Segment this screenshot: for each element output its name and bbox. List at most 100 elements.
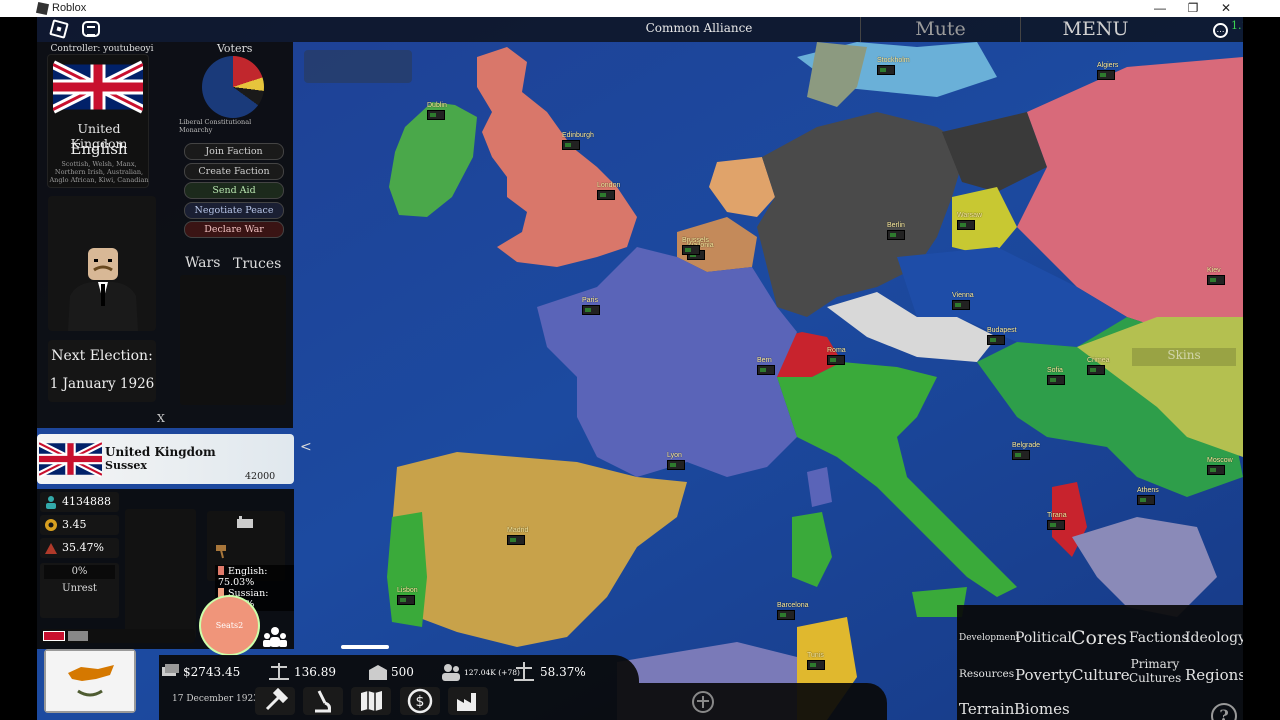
minimize-button[interactable]: — (1145, 0, 1175, 17)
mapmode-culture[interactable]: Culture (1072, 666, 1130, 684)
close-window-button[interactable]: ✕ (1211, 0, 1241, 17)
capital-name: Edinburgh (562, 132, 594, 139)
capital-marker[interactable]: Sofia (1047, 367, 1065, 385)
menu-button[interactable]: MENU (1020, 17, 1170, 42)
army-flag-icon (682, 245, 700, 255)
army-flag-icon (987, 335, 1005, 345)
capital-marker[interactable]: Berlin (887, 222, 905, 240)
controller-label: Controller: youtubeoyi (50, 44, 154, 54)
capital-marker[interactable]: Algiers (1097, 62, 1118, 80)
help-button[interactable]: ? (1211, 703, 1237, 720)
capital-name: Vienna (952, 292, 974, 299)
capital-marker[interactable]: Edinburgh (562, 132, 594, 150)
mapmode-development[interactable]: Development (959, 633, 1019, 643)
mapmode-biomes[interactable]: Biomes (1014, 700, 1070, 718)
army-flag-icon (582, 305, 600, 315)
capital-name: Algiers (1097, 62, 1119, 69)
unrest-stat: 0% Unrest (40, 563, 119, 618)
capital-marker[interactable]: Tirana (1047, 512, 1067, 530)
army-flag-icon (952, 300, 970, 310)
next-election: Next Election: 1 January 1926 (48, 340, 156, 402)
capital-marker[interactable]: Brussels (682, 237, 709, 255)
mapmode-cores[interactable]: Cores (1071, 627, 1127, 649)
capital-marker[interactable]: Roma (827, 347, 846, 365)
alliance-name: Common Alliance (645, 21, 753, 35)
population-icon (442, 664, 460, 681)
capital-name: Belgrade (1012, 442, 1041, 449)
truces-label[interactable]: Truces (233, 256, 281, 272)
capital-marker[interactable]: Barcelona (777, 602, 809, 620)
capital-marker[interactable]: Bern (757, 357, 775, 375)
army-flag-icon (1207, 465, 1225, 475)
skins-button[interactable]: Skins (1132, 348, 1236, 366)
capital-marker[interactable]: Lyon (667, 452, 685, 470)
capital-marker[interactable]: Vienna (952, 292, 974, 310)
mapmode-political[interactable]: Political (1015, 630, 1072, 646)
dollar-icon: $ (407, 688, 433, 714)
close-panel-button[interactable]: X (157, 412, 165, 425)
capital-marker[interactable]: Athens (1137, 487, 1159, 505)
development-stat: 3.45 (40, 515, 119, 535)
mapmode-regions[interactable]: Regions (1185, 666, 1243, 684)
capital-marker[interactable]: Stockholm (877, 57, 910, 75)
legend-swatch (218, 566, 224, 575)
capital-marker[interactable]: Paris (582, 297, 600, 315)
maximize-button[interactable]: ❐ (1178, 0, 1208, 17)
collapse-province-button[interactable]: < (300, 439, 312, 455)
capital-marker[interactable]: Budapest (987, 327, 1017, 345)
portugal[interactable] (387, 512, 427, 627)
factory-icon (237, 516, 253, 528)
uk-flag-icon[interactable] (53, 59, 143, 115)
capital-marker[interactable]: Crimea (1087, 357, 1110, 375)
province-cores (40, 629, 195, 643)
capital-marker[interactable]: Madrid (507, 527, 528, 545)
mapmode-primary-cultures[interactable]: Primary Cultures (1129, 657, 1181, 685)
army-flag-icon (1137, 495, 1155, 505)
army-flag-icon (667, 460, 685, 470)
chat-icon[interactable] (82, 21, 100, 37)
game-viewport[interactable]: Common Alliance Mute MENU … 1.1 Controll… (37, 17, 1243, 720)
join-faction-button[interactable]: Join Faction (184, 143, 284, 160)
army-flag-icon (1012, 450, 1030, 460)
cyprus-flag-button[interactable] (44, 649, 136, 713)
send-aid-button[interactable]: Send Aid (184, 182, 284, 199)
capital-marker[interactable]: London (597, 182, 620, 200)
mute-button[interactable]: Mute (860, 17, 1020, 42)
capital-marker[interactable]: Kiev (1207, 267, 1225, 285)
army-flag-icon (877, 65, 895, 75)
capital-marker[interactable]: Tunis (807, 652, 825, 670)
army-flag-icon (1047, 520, 1065, 530)
province-flag-icon (39, 440, 102, 478)
people-icon[interactable] (262, 625, 288, 649)
capital-marker[interactable]: Dublin (427, 102, 447, 120)
declare-war-button[interactable]: Declare War (184, 221, 284, 238)
map-scrollbar[interactable] (341, 645, 389, 649)
army-flag-icon (1087, 365, 1105, 375)
capital-name: Brussels (682, 237, 709, 244)
mapmode-resources[interactable]: Resources (959, 668, 1014, 680)
manpower-icon (269, 663, 289, 680)
army-icon[interactable] (691, 691, 715, 713)
mapmode-terrain[interactable]: Terrain (959, 700, 1014, 718)
roblox-menu-icon[interactable] (49, 19, 69, 39)
map-modes-panel: Development Political Cores Factions Ide… (957, 605, 1243, 720)
capital-marker[interactable]: Warsaw (957, 212, 982, 230)
army-flag-icon (1047, 375, 1065, 385)
capital-marker[interactable]: Moscow (1207, 457, 1233, 475)
more-options-icon[interactable]: … (1213, 23, 1228, 38)
build-button[interactable] (255, 687, 295, 715)
capital-name: Crimea (1087, 357, 1110, 364)
factory-button[interactable] (448, 687, 488, 715)
mapmode-ideology[interactable]: Ideology (1185, 630, 1243, 646)
capital-marker[interactable]: Lisbon (397, 587, 418, 605)
map-mode-button[interactable] (351, 687, 391, 715)
empty-panel (304, 50, 412, 83)
economy-button[interactable]: $ (400, 687, 440, 715)
capital-marker[interactable]: Belgrade (1012, 442, 1040, 460)
mapmode-factions[interactable]: Factions (1129, 630, 1189, 646)
research-button[interactable] (303, 687, 343, 715)
mapmode-poverty[interactable]: Poverty (1015, 666, 1073, 684)
negotiate-peace-button[interactable]: Negotiate Peace (184, 202, 284, 219)
wars-label[interactable]: Wars (185, 255, 220, 271)
create-faction-button[interactable]: Create Faction (184, 163, 284, 180)
